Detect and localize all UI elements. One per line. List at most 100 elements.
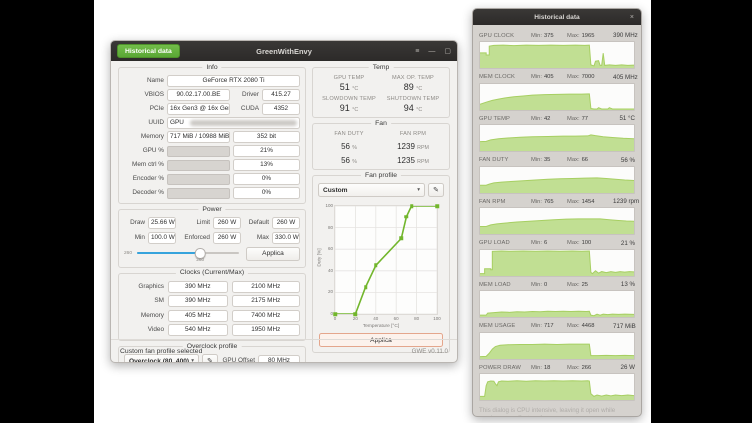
gpu-temp-value: 51 [340,82,350,92]
edit-icon: ✎ [433,186,439,194]
memory-label: Memory [124,132,164,142]
driver-field[interactable]: 415.27 [262,89,300,101]
gpu-temp-unit: °C [352,86,358,92]
x-tick-label: 20 [353,317,358,322]
graphics-clock-current[interactable]: 390 MHz [168,281,228,293]
encoder-usage-value[interactable]: 0% [233,173,300,185]
fan-curve-point[interactable] [435,204,439,208]
hist-min: 765 [544,199,554,205]
decoder-usage-value[interactable]: 0% [233,187,300,199]
video-clock-max[interactable]: 1950 MHz [232,324,300,336]
x-tick-label: 100 [433,317,441,322]
power-max-label: Max [244,233,269,243]
fan-profile-selected: Custom [323,187,348,194]
close-icon[interactable]: × [630,14,634,21]
power-apply-button[interactable]: Applica [246,247,300,261]
power-slider-track[interactable]: 260 [137,252,239,255]
fan2-rpm-unit: RPM [417,159,429,165]
cuda-field[interactable]: 4352 [262,103,300,115]
power-draw-field[interactable]: 25.66 W [148,217,176,229]
graphics-clock-max[interactable]: 2100 MHz [232,281,300,293]
memctrl-usage-bar [167,160,230,171]
hist-min: 18 [544,365,550,371]
power-min-field[interactable]: 100.0 W [148,232,176,244]
power-default-label: Default [244,218,269,228]
pcie-field[interactable]: 16x Gen3 @ 16x Gen1 [167,103,230,115]
hist-max: 7000 [582,74,595,80]
hist-max: 266 [582,365,592,371]
hist-max: 100 [582,240,592,246]
fan-profile-frame-title: Fan profile [361,172,401,180]
menu-icon[interactable]: ≡ [415,48,419,55]
statusbar: Custom fan profile selected GWE v0.11.0 [111,339,457,362]
hist-current: 26 W [613,364,635,371]
memory-bus-field[interactable]: 352 bit [233,131,300,143]
fan-profile-frame: Fan profile Custom ▾ ✎ Duty [%] 02040608… [312,175,450,353]
status-message: Custom fan profile selected [120,348,202,355]
fan-profile-edit-button[interactable]: ✎ [428,183,444,197]
power-default-field[interactable]: 260 W [272,217,300,229]
hist-current: 405 MHz [613,74,638,81]
fan2-duty-value: 56 [341,156,350,165]
power-slider-value-label: 260 [124,251,132,256]
power-min-label: Min [124,233,145,243]
fan-frame-title: Fan [371,120,391,128]
y-tick-label: 60 [328,247,333,252]
gpu-usage-value[interactable]: 21% [233,145,300,157]
temp-frame-title: Temp [369,64,394,72]
main-titlebar: Historical data GreenWithEnvy ≡ — ▢ [111,41,457,61]
video-clock-current[interactable]: 540 MHz [168,324,228,336]
app-version: GWE v0.11.0 [412,348,448,355]
uuid-label: UUID [124,118,164,128]
fan-curve-point[interactable] [410,204,414,208]
power-limit-slider[interactable]: 260 260 [124,245,241,263]
hist-chart-gpu-temp [479,124,635,152]
clocks-frame-title: Clocks (Current/Max) [176,269,248,277]
memory-clock-max[interactable]: 7400 MHz [232,310,300,322]
hist-min: 0 [544,282,547,288]
fan1-duty-value: 56 [341,142,350,151]
vbios-field[interactable]: 90.02.17.00.BE [167,89,230,101]
fan2-rpm-value: 1235 [397,156,415,165]
shutdown-temp-unit: °C [416,107,422,113]
memory-clock-current[interactable]: 405 MHz [168,310,228,322]
fan2-duty-unit: % [352,159,357,165]
greenwithenvy-window: Historical data GreenWithEnvy ≡ — ▢ Info… [110,40,458,363]
graphics-clock-label: Graphics [124,282,164,292]
memory-field[interactable]: 717 MiB / 10988 MiB [167,131,230,143]
fan-chart-ylabel: Duty [%] [318,249,323,267]
power-enforced-field[interactable]: 260 W [213,232,241,244]
hist-current: 51 °C [613,115,635,122]
fan-curve-point[interactable] [374,264,378,268]
gpu-usage-label: GPU % [124,146,164,156]
hist-section-gpu-temp: GPU TEMP Min:42 Max:77 51 °C [479,113,635,152]
fan-curve-point[interactable] [364,285,368,289]
y-tick-label: 100 [325,204,333,209]
power-limit-field[interactable]: 260 W [213,217,241,229]
hist-chart-fan-duty [479,166,635,194]
memctrl-usage-value[interactable]: 13% [233,159,300,171]
y-tick-label: 80 [328,225,333,230]
name-label: Name [124,76,164,86]
sm-clock-current[interactable]: 390 MHz [168,295,228,307]
hist-footer-note: This dialog is CPU intensive, leaving it… [479,407,635,418]
hist-section-gpu-load: GPU LOAD Min:6 Max:100 21 % [479,238,635,277]
fan-curve-point[interactable] [405,215,409,219]
max-op-temp-value: 89 [404,82,414,92]
maximize-icon[interactable]: ▢ [444,48,451,55]
hist-label: POWER DRAW [479,365,531,371]
hist-section-mem-usage: MEM USAGE Min:717 Max:4468 717 MiB [479,321,635,360]
fan1-duty-unit: % [352,145,357,151]
fan-duty-header: FAN DUTY [318,131,380,137]
power-max-field[interactable]: 330.0 W [272,232,300,244]
minimize-icon[interactable]: — [428,48,435,55]
uuid-field[interactable]: GPU [167,117,300,129]
fan-profile-combo[interactable]: Custom ▾ [318,183,425,197]
hist-chart-mem-clock [479,83,635,111]
hist-min: 717 [544,323,554,329]
clocks-frame: Clocks (Current/Max) Graphics 390 MHz 21… [118,273,306,342]
fan-curve-point[interactable] [400,237,404,241]
sm-clock-max[interactable]: 2175 MHz [232,295,300,307]
historical-data-button[interactable]: Historical data [117,44,180,58]
name-field[interactable]: GeForce RTX 2080 Ti [167,75,300,87]
